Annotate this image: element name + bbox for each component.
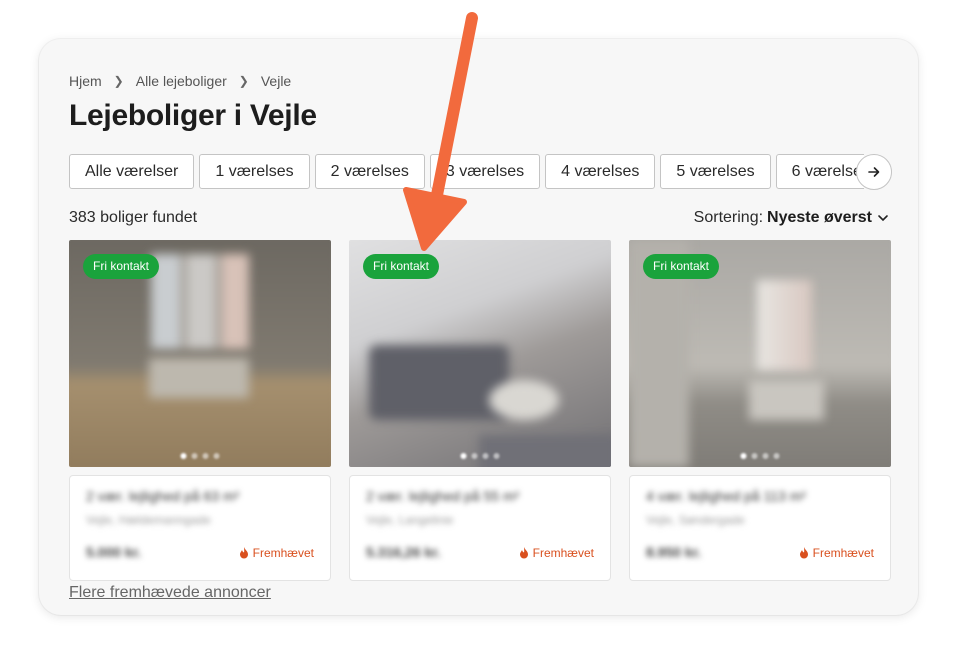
photo-pager[interactable]	[460, 453, 500, 459]
chevron-down-icon	[878, 215, 888, 222]
breadcrumb-all-rentals[interactable]: Alle lejeboliger	[136, 73, 227, 89]
filter-scroll-next-button[interactable]	[856, 154, 892, 190]
listing-photo[interactable]: Fri kontakt	[349, 240, 611, 467]
breadcrumb-home[interactable]: Hjem	[69, 73, 102, 89]
filter-1-room[interactable]: 1 værelses	[199, 154, 310, 189]
room-filter-bar: Alle værelser 1 værelses 2 værelses 3 værel…	[69, 154, 864, 190]
listing-card[interactable]: Fri kontakt 4 vær. lejlighed på 113 m² V…	[629, 240, 891, 581]
chevron-right-icon: ❯	[238, 74, 249, 88]
listing-info[interactable]: 2 vær. lejlighed på 63 m² Vejle, Hældema…	[69, 475, 331, 581]
free-contact-badge: Fri kontakt	[643, 254, 720, 279]
featured-text: Fremhævet	[532, 546, 594, 560]
filter-4-rooms[interactable]: 4 værelses	[545, 154, 656, 189]
photo-pager[interactable]	[740, 453, 780, 459]
listing-address: Vejle, Langelinie	[366, 513, 454, 527]
flame-icon	[239, 547, 248, 559]
featured-text: Fremhævet	[252, 546, 314, 560]
listing-card[interactable]: Fri kontakt 2 vær. lejlighed på 55 m² Ve…	[349, 240, 611, 581]
listing-photo[interactable]: Fri kontakt	[629, 240, 891, 467]
listing-address: Vejle, Søndergade	[646, 513, 745, 527]
sort-value: Nyeste øverst	[767, 209, 872, 226]
filter-3-rooms[interactable]: 3 værelses	[429, 154, 541, 189]
sort-label: Sortering:	[693, 209, 764, 226]
featured-label: Fremhævet	[239, 546, 314, 560]
flame-icon	[519, 547, 528, 559]
listing-title: 2 vær. lejlighed på 63 m²	[86, 488, 240, 504]
more-featured-link[interactable]: Flere fremhævede annoncer	[69, 584, 271, 602]
free-contact-badge: Fri kontakt	[83, 254, 160, 279]
result-count: 383 boliger fundet	[69, 209, 198, 226]
featured-text: Fremhævet	[812, 546, 874, 560]
photo-pager[interactable]	[180, 453, 220, 459]
free-contact-badge: Fri kontakt	[363, 254, 440, 279]
listing-panel: Hjem ❯ Alle lejeboliger ❯ Vejle Lejeboli…	[39, 39, 918, 615]
arrow-right-icon	[868, 167, 880, 177]
sort-dropdown[interactable]: Sortering: Nyeste øverst	[694, 209, 890, 227]
featured-label: Fremhævet	[799, 546, 874, 560]
featured-label: Fremhævet	[519, 546, 594, 560]
listing-cards: Fri kontakt 2 vær. lejlighed på 63 m² Ve…	[69, 240, 891, 581]
listing-info[interactable]: 4 vær. lejlighed på 113 m² Vejle, Sønder…	[629, 475, 891, 581]
chevron-right-icon: ❯	[113, 74, 124, 88]
listing-price: 5.316,26 kr.	[366, 544, 441, 560]
listing-card[interactable]: Fri kontakt 2 vær. lejlighed på 63 m² Ve…	[69, 240, 331, 581]
listing-address: Vejle, Hældemanngade	[86, 513, 211, 527]
listing-price: 8.950 kr.	[646, 544, 702, 560]
filter-6-rooms[interactable]: 6 værelses	[775, 154, 864, 189]
listing-info[interactable]: 2 vær. lejlighed på 55 m² Vejle, Langeli…	[349, 475, 611, 581]
listing-title: 2 vær. lejlighed på 55 m²	[366, 488, 520, 504]
filter-all-rooms[interactable]: Alle værelser	[69, 154, 195, 189]
filter-2-rooms[interactable]: 2 værelses	[314, 154, 425, 189]
flame-icon	[799, 547, 808, 559]
page-title: Lejeboliger i Vejle	[69, 99, 317, 132]
listing-price: 5.000 kr.	[86, 544, 142, 560]
breadcrumb-current: Vejle	[260, 73, 292, 89]
listing-title: 4 vær. lejlighed på 113 m²	[646, 488, 807, 504]
breadcrumb: Hjem ❯ Alle lejeboliger ❯ Vejle	[69, 73, 291, 89]
listing-photo[interactable]: Fri kontakt	[69, 240, 331, 467]
filter-5-rooms[interactable]: 5 værelses	[660, 154, 771, 189]
